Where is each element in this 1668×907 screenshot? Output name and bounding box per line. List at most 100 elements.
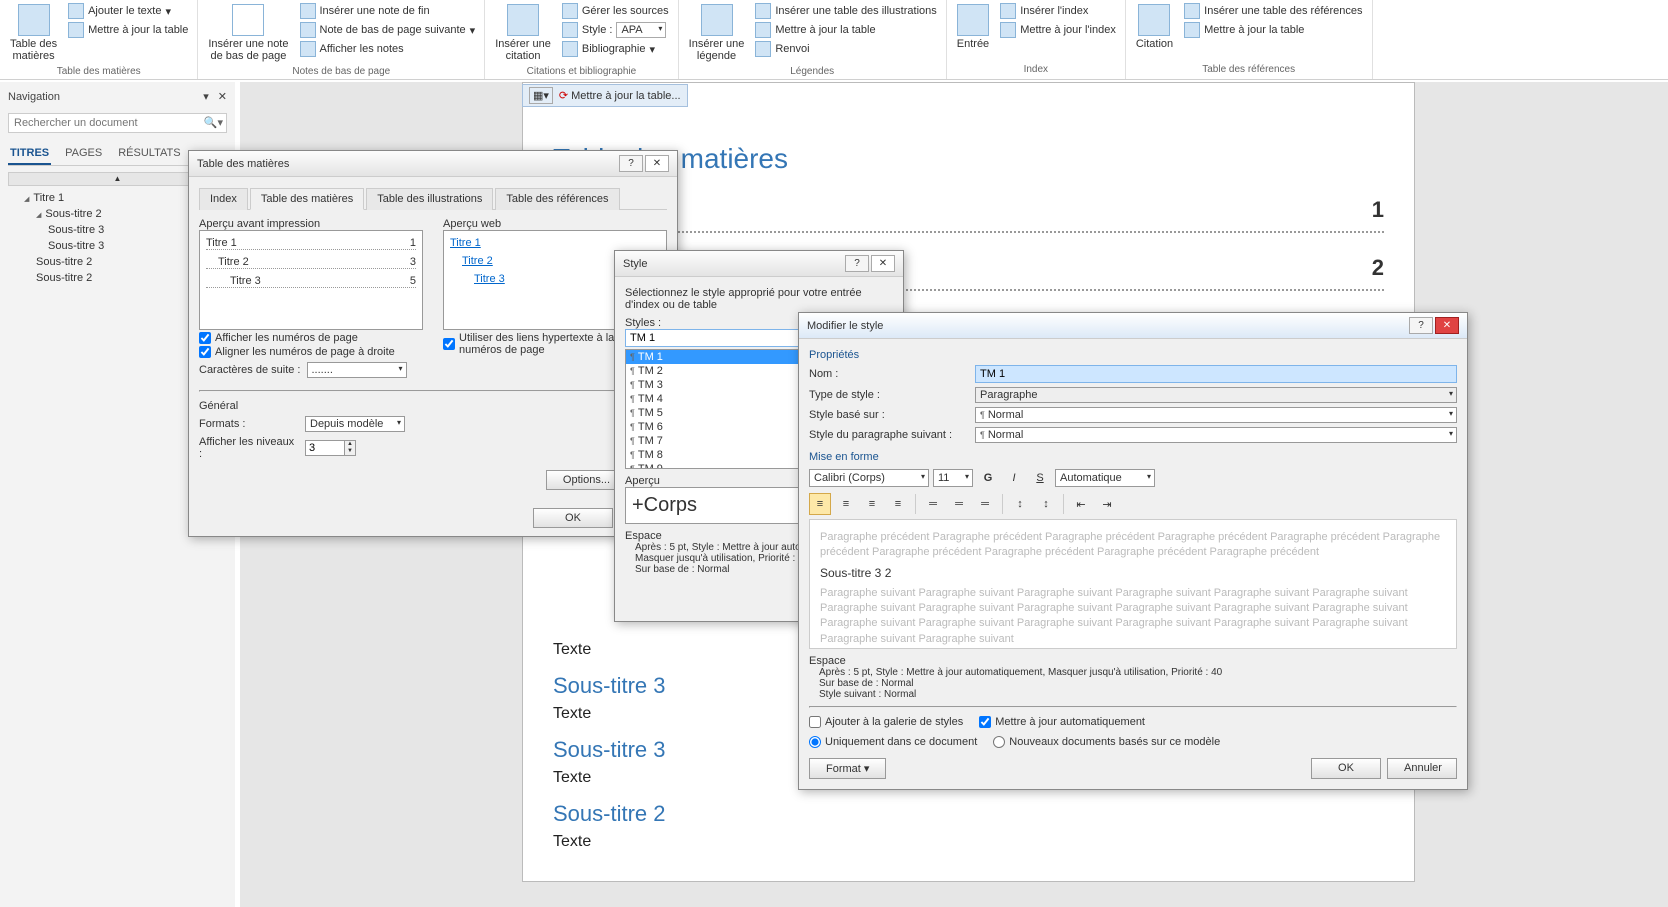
linespace-1-button[interactable]: ═ bbox=[922, 493, 944, 515]
next-footnote-icon bbox=[300, 22, 316, 38]
underline-button[interactable]: S bbox=[1029, 467, 1051, 489]
chk-autoupdate[interactable]: Mettre à jour automatiquement bbox=[979, 716, 1145, 728]
cancel-button[interactable]: Annuler bbox=[1387, 758, 1457, 779]
linespace-15-button[interactable]: ═ bbox=[948, 493, 970, 515]
space-after-button[interactable]: ↕ bbox=[1035, 493, 1057, 515]
font-select[interactable]: Calibri (Corps) bbox=[809, 469, 929, 487]
dialog-titlebar[interactable]: Style ? ✕ bbox=[615, 251, 903, 277]
tab-illus[interactable]: Table des illustrations bbox=[366, 188, 493, 210]
radio-thisdoc[interactable]: Uniquement dans ce document bbox=[809, 736, 977, 748]
following-select[interactable]: Normal bbox=[975, 427, 1457, 443]
insert-citation-button[interactable]: Insérer une citation bbox=[491, 2, 555, 64]
mark-entry-button[interactable]: Entrée bbox=[953, 2, 993, 52]
tab-toc[interactable]: Table des matières bbox=[250, 188, 364, 210]
insert-index-icon bbox=[1000, 3, 1016, 19]
chk-align-right[interactable]: Aligner les numéros de page à droite bbox=[199, 346, 423, 358]
preview-print-label: Aperçu avant impression bbox=[199, 218, 423, 230]
manage-sources-button[interactable]: Gérer les sources bbox=[559, 2, 672, 20]
linespace-2-button[interactable]: ═ bbox=[974, 493, 996, 515]
formats-select[interactable]: Depuis modèle bbox=[305, 416, 405, 432]
chk-add-gallery[interactable]: Ajouter à la galerie de styles bbox=[809, 716, 963, 728]
crossref-button[interactable]: Renvoi bbox=[752, 40, 939, 58]
size-select[interactable]: 11 bbox=[933, 469, 973, 487]
nav-close-icon[interactable]: ✕ bbox=[218, 91, 227, 103]
leader-select[interactable]: ....... bbox=[307, 362, 407, 378]
insert-index-button[interactable]: Insérer l'index bbox=[997, 2, 1119, 20]
format-menu-button[interactable]: Format ▾ bbox=[809, 758, 886, 779]
indent-decrease-button[interactable]: ⇤ bbox=[1070, 493, 1092, 515]
align-left-button[interactable]: ≡ bbox=[809, 493, 831, 515]
search-input[interactable] bbox=[8, 113, 227, 133]
bibliography-button[interactable]: Bibliographie ▾ bbox=[559, 40, 672, 58]
ok-button[interactable]: OK bbox=[533, 508, 613, 528]
space-before-button[interactable]: ↕ bbox=[1009, 493, 1031, 515]
ok-button[interactable]: OK bbox=[1311, 758, 1381, 779]
tab-index[interactable]: Index bbox=[199, 188, 248, 210]
nav-dropdown-icon[interactable]: ▾ bbox=[203, 91, 209, 103]
insert-authorities-button[interactable]: Insérer une table des références bbox=[1181, 2, 1365, 20]
insert-fig-table-button[interactable]: Insérer une table des illustrations bbox=[752, 2, 939, 20]
help-button[interactable]: ? bbox=[1409, 317, 1433, 334]
insert-endnote-button[interactable]: Insérer une note de fin bbox=[297, 2, 479, 20]
show-notes-button[interactable]: Afficher les notes bbox=[297, 40, 479, 58]
tab-resultats[interactable]: RÉSULTATS bbox=[116, 143, 182, 165]
close-button[interactable]: ✕ bbox=[1435, 317, 1459, 334]
group-label: Table des références bbox=[1200, 62, 1297, 77]
dialog-titlebar[interactable]: Modifier le style ? ✕ bbox=[799, 313, 1467, 339]
format-label: Mise en forme bbox=[809, 451, 1457, 463]
align-center-button[interactable]: ≡ bbox=[835, 493, 857, 515]
levels-spinner[interactable]: ▲▼ bbox=[305, 440, 356, 456]
based-label: Style basé sur : bbox=[809, 409, 969, 421]
dialog-tabs: Index Table des matières Table des illus… bbox=[199, 187, 667, 210]
biblio-icon bbox=[562, 41, 578, 57]
radio-template[interactable]: Nouveaux documents basés sur ce modèle bbox=[993, 736, 1220, 748]
tab-titres[interactable]: TITRES bbox=[8, 143, 51, 165]
group-label: Index bbox=[1022, 62, 1050, 77]
color-select[interactable]: Automatique bbox=[1055, 469, 1155, 487]
type-select[interactable]: Paragraphe bbox=[975, 387, 1457, 403]
insert-footnote-button[interactable]: Insérer une note de bas de page bbox=[204, 2, 292, 64]
toc-update-field-button[interactable]: ⟳Mettre à jour la table... bbox=[559, 89, 681, 102]
nav-title: Navigation ▾ ✕ bbox=[8, 90, 227, 103]
footnote-icon bbox=[232, 4, 264, 36]
tab-pages[interactable]: PAGES bbox=[63, 143, 104, 165]
close-button[interactable]: ✕ bbox=[645, 155, 669, 172]
type-label: Type de style : bbox=[809, 389, 969, 401]
update-captions-button[interactable]: Mettre à jour la table bbox=[752, 21, 939, 39]
group-label: Légendes bbox=[788, 64, 836, 79]
toc-button[interactable]: Table des matières bbox=[6, 2, 61, 64]
ribbon-group-captions: Insérer une légende Insérer une table de… bbox=[679, 0, 947, 79]
align-justify-button[interactable]: ≡ bbox=[887, 493, 909, 515]
citation-style-dropdown[interactable]: Style : APA bbox=[559, 21, 672, 39]
update-index-button[interactable]: Mettre à jour l'index bbox=[997, 21, 1119, 39]
close-button[interactable]: ✕ bbox=[871, 255, 895, 272]
insert-caption-button[interactable]: Insérer une légende bbox=[685, 2, 749, 64]
align-right-button[interactable]: ≡ bbox=[861, 493, 883, 515]
help-button[interactable]: ? bbox=[845, 255, 869, 272]
italic-button[interactable]: I bbox=[1003, 467, 1025, 489]
update-toc-button[interactable]: Mettre à jour la table bbox=[65, 21, 191, 39]
search-icon[interactable]: 🔍▾ bbox=[204, 116, 223, 129]
next-footnote-button[interactable]: Note de bas de page suivante ▾ bbox=[297, 21, 479, 39]
dialog-titlebar[interactable]: Table des matières ? ✕ bbox=[189, 151, 677, 177]
group-label: Table des matières bbox=[55, 64, 143, 79]
add-text-icon bbox=[68, 3, 84, 19]
based-select[interactable]: Normal bbox=[975, 407, 1457, 423]
name-input[interactable] bbox=[975, 365, 1457, 383]
bold-button[interactable]: G bbox=[977, 467, 999, 489]
style-icon bbox=[562, 22, 578, 38]
indent-increase-button[interactable]: ⇥ bbox=[1096, 493, 1118, 515]
help-button[interactable]: ? bbox=[619, 155, 643, 172]
toc-field-menu-icon[interactable]: ▦▾ bbox=[529, 87, 553, 104]
tab-refs[interactable]: Table des références bbox=[495, 188, 619, 210]
dialog-title-text: Modifier le style bbox=[807, 320, 883, 332]
manage-sources-icon bbox=[562, 3, 578, 19]
update-authorities-button[interactable]: Mettre à jour la table bbox=[1181, 21, 1365, 39]
mark-citation-button[interactable]: Citation bbox=[1132, 2, 1177, 52]
chk-show-pagenums[interactable]: Afficher les numéros de page bbox=[199, 332, 423, 344]
add-text-button[interactable]: Ajouter le texte ▾ bbox=[65, 2, 191, 20]
ribbon-group-toc: Table des matières Ajouter le texte ▾ Me… bbox=[0, 0, 198, 79]
space-desc: Sur base de : Normal bbox=[809, 678, 1457, 689]
space-label: Espace bbox=[809, 655, 1457, 667]
toc-icon bbox=[18, 4, 50, 36]
